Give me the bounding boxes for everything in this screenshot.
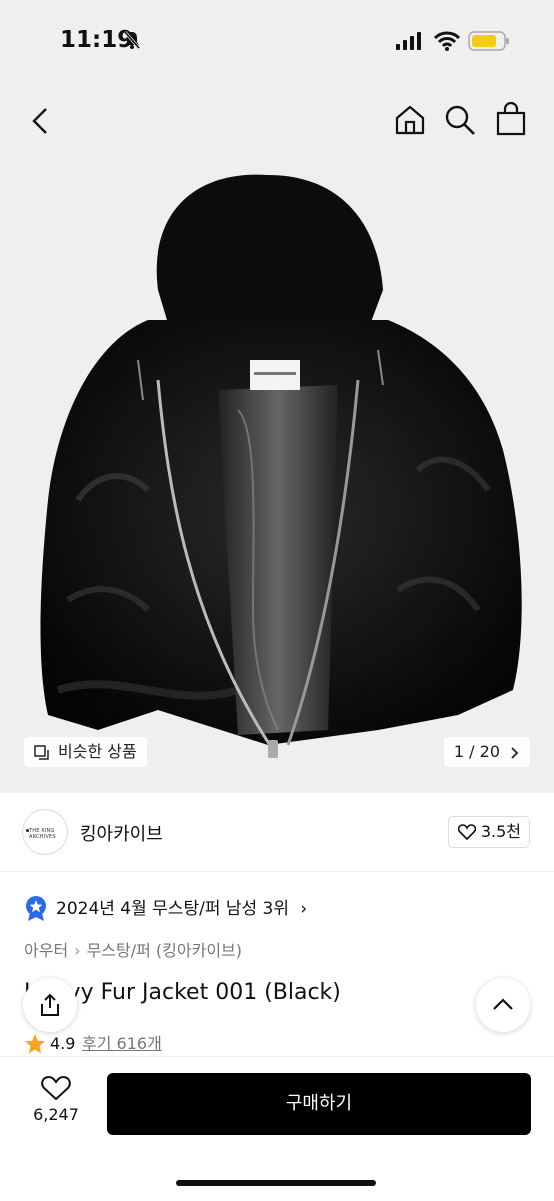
breadcrumb-item[interactable]: 무스탕/퍼 (킹아카이브): [87, 941, 242, 960]
image-pager[interactable]: 1 / 20: [443, 737, 530, 767]
wish-button[interactable]: 6,247: [20, 1075, 92, 1124]
star-icon: [25, 1034, 45, 1054]
share-icon: [41, 993, 59, 1016]
breadcrumb-separator-icon: ›: [74, 941, 81, 960]
chevron-up-icon: [493, 998, 513, 1010]
review-count-link[interactable]: 후기 616개: [82, 1033, 162, 1055]
breadcrumb: 아우터 › 무스탕/퍼 (킹아카이브): [24, 940, 242, 962]
seller-like-count: 3.5천: [480, 822, 521, 841]
copy-icon: [34, 745, 49, 760]
ranking-badge-link[interactable]: 2024년 4월 무스탕/퍼 남성 3위 ›: [24, 896, 307, 922]
jacket-photo: [40, 174, 522, 758]
heart-icon: [457, 824, 476, 840]
ranking-text: 2024년 4월 무스탕/퍼 남성 3위: [56, 899, 289, 919]
medal-icon: [26, 896, 46, 921]
muted-bell-icon: [123, 31, 141, 49]
scroll-top-button[interactable]: [476, 978, 530, 1032]
battery-icon: [468, 31, 509, 51]
heart-icon: [41, 1075, 71, 1101]
seller-logo-text: THE KING ARCHIVES: [29, 828, 56, 840]
breadcrumb-item[interactable]: 아우터: [24, 941, 68, 960]
wish-count: 6,247: [33, 1105, 79, 1124]
signal-icon: [396, 32, 421, 50]
seller-logo[interactable]: THE KING ARCHIVES: [22, 809, 68, 855]
chevron-right-icon: [511, 747, 519, 759]
pager-count: 1 / 20: [453, 742, 500, 761]
wifi-icon: [434, 31, 460, 51]
back-chevron-icon[interactable]: [28, 106, 52, 136]
home-indicator: [176, 1180, 376, 1186]
seller-name[interactable]: 킹아카이브: [80, 820, 163, 846]
home-icon[interactable]: [394, 104, 426, 136]
product-image-gallery[interactable]: 비슷한 상품 1 / 20: [0, 80, 554, 793]
similar-products-button[interactable]: 비슷한 상품: [24, 737, 147, 767]
chevron-right-icon: ›: [300, 899, 308, 919]
shopping-bag-icon[interactable]: [496, 102, 526, 136]
rating-score: 4.9: [50, 1034, 76, 1053]
seller-row[interactable]: THE KING ARCHIVES 킹아카이브 3.5천: [0, 793, 554, 872]
share-button[interactable]: [23, 978, 77, 1032]
search-icon[interactable]: [444, 104, 476, 136]
buy-button[interactable]: 구매하기: [107, 1073, 531, 1135]
seller-like-button[interactable]: 3.5천: [447, 816, 530, 848]
similar-products-label: 비슷한 상품: [58, 742, 137, 761]
status-bar: 11:19: [0, 0, 554, 80]
